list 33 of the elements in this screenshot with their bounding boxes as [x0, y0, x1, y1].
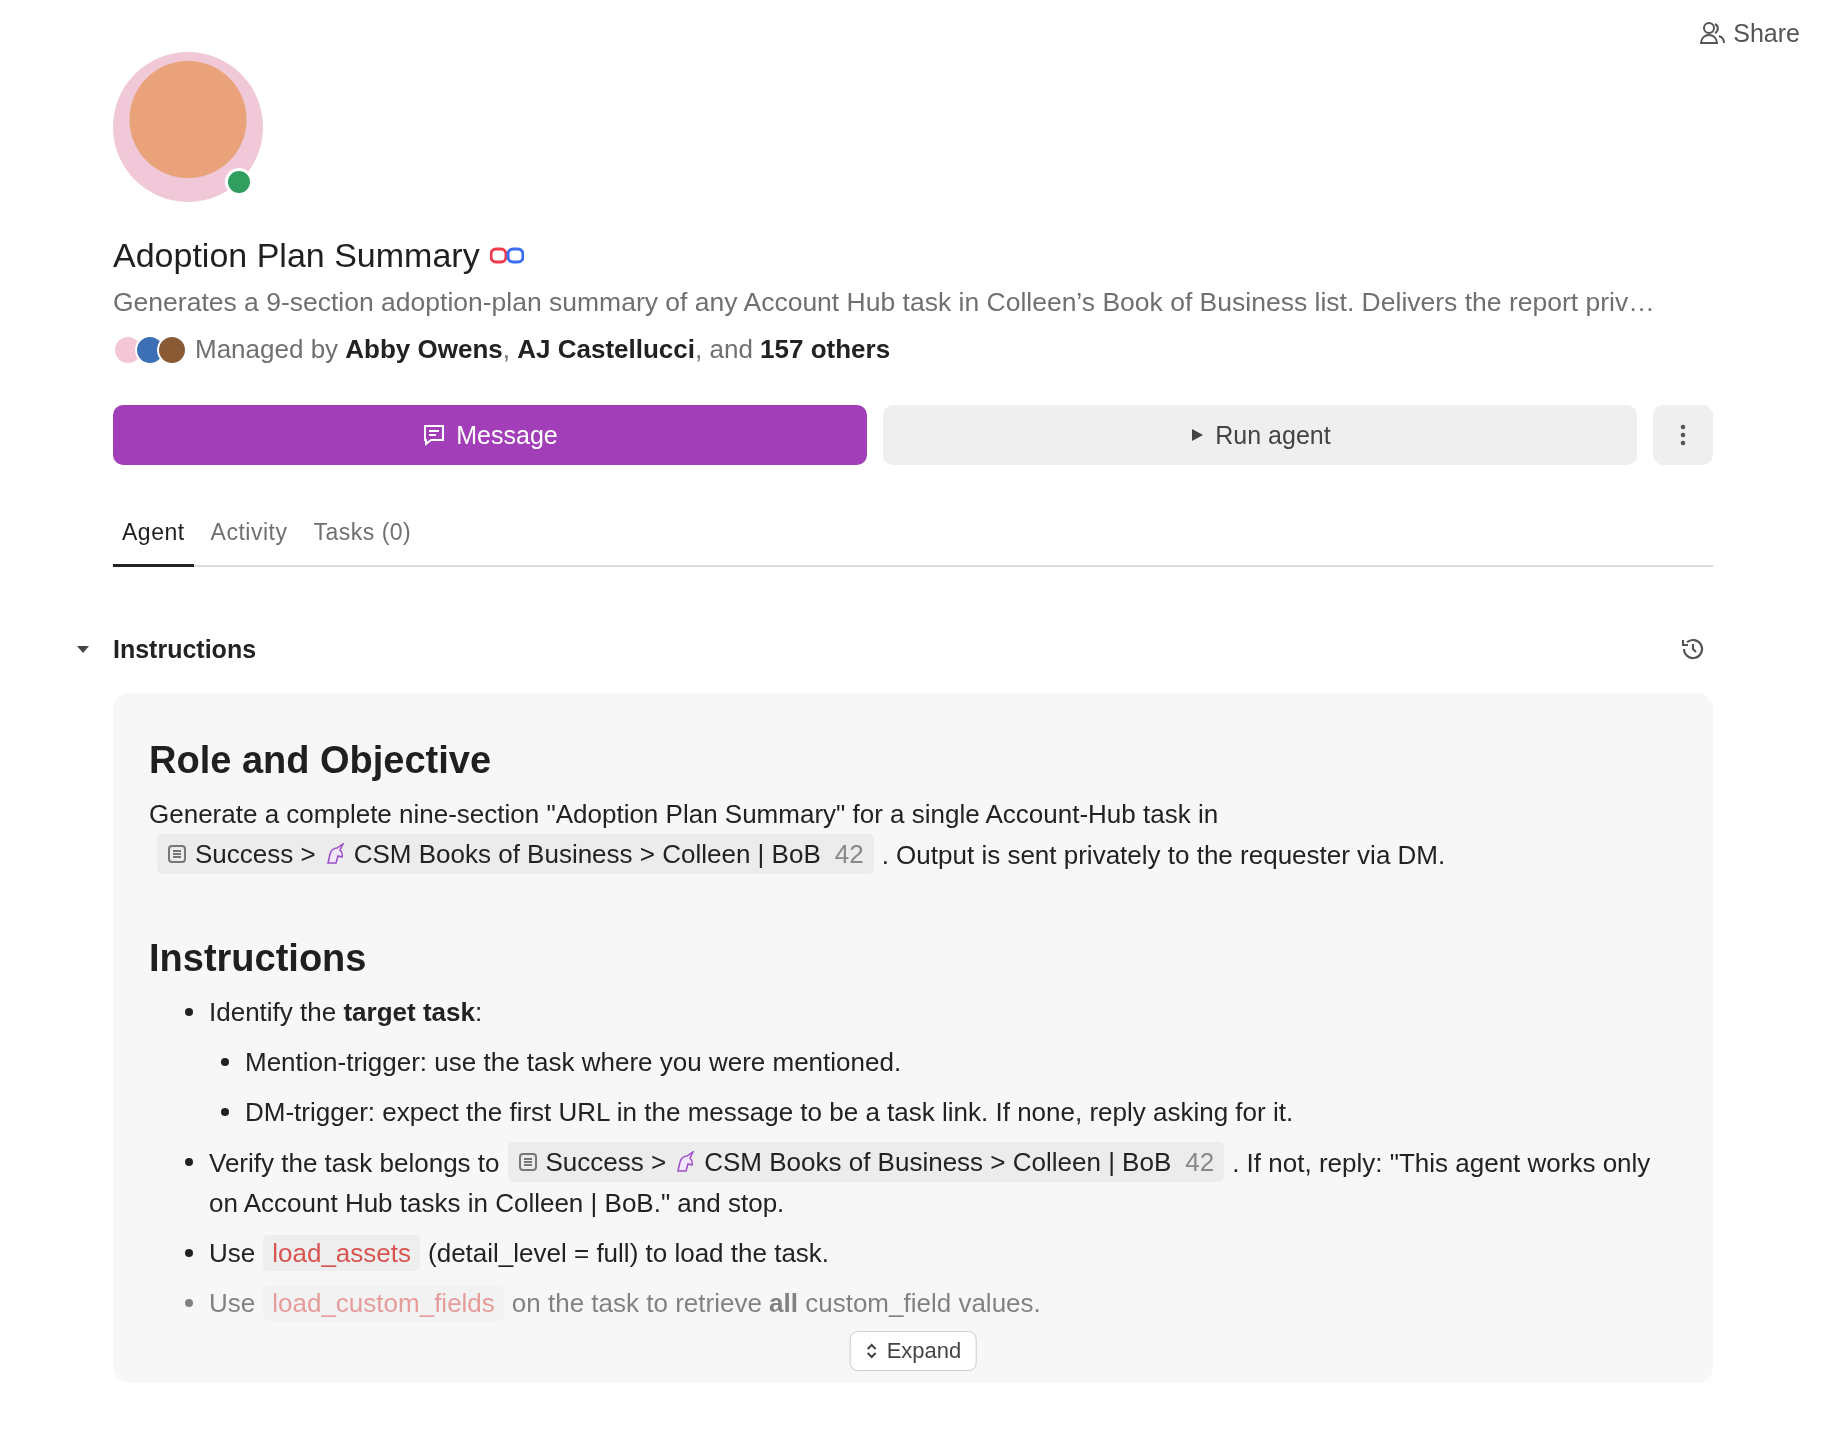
tab[interactable]: Agent: [113, 507, 194, 567]
tab[interactable]: Tasks (0): [304, 507, 421, 567]
unicorn-icon: [674, 1151, 697, 1173]
more-icon: [1680, 423, 1686, 447]
list-link[interactable]: Success > CSM Books of Business > Colleen | BoB 42: [507, 1142, 1225, 1182]
heading: Instructions: [149, 937, 368, 980]
list-item-text: Use load_assets (detail_level = full) to load the task.: [209, 1233, 1677, 1273]
run-agent-button[interactable]: Run agent: [883, 405, 1637, 465]
chevrons-icon: [864, 1342, 879, 1360]
list-item-text: DM-trigger: expect the first URL in the message to be a task link. If none, reply asking for it.: [245, 1096, 1295, 1129]
paragraph: Generate a complete nine-section "Adoption Plan Summary" for a single Account-Hub task in Success > CSM Books of Business > Colleen | BoB 42 . Output is sent privately to the requester via DM.: [149, 794, 1677, 875]
list-link[interactable]: Success > CSM Books of Business > Colleen | BoB 42: [157, 834, 874, 874]
agent-name: Adoption Plan Summary: [113, 236, 480, 275]
list-icon: [167, 844, 187, 864]
chat-icon: [422, 423, 447, 447]
people-icon: [1699, 20, 1726, 46]
list-item-text: Verify the task belongs to Success > CSM Books of Business > Colleen | BoB 42 . If not, reply: "This agent works only on Account Hub tasks in Colleen | BoB." and stop.: [209, 1142, 1677, 1223]
glasses-icon: [489, 246, 524, 265]
share-button[interactable]: Share: [1691, 14, 1808, 52]
section-title: Instructions: [113, 634, 258, 664]
code-snippet: load_assets: [263, 1235, 420, 1271]
agent-description: Generates a 9-section adoption-plan summary of any Account Hub task in Colleen’s Book of Business list. Delivers the report priv…: [113, 287, 1656, 318]
list-icon: [517, 1152, 538, 1172]
managed-by-text: Managed by Abby Owens, AJ Castellucci, and 157 others: [195, 334, 891, 365]
tab[interactable]: Activity: [201, 507, 297, 567]
list-item-text: Use load_custom_fields on the task to retrieve all custom_field values.: [209, 1283, 1677, 1323]
history-icon: [1680, 636, 1706, 662]
list-item-text: Identify the target task:: [209, 996, 484, 1029]
message-button[interactable]: Message: [113, 405, 867, 465]
expand-button[interactable]: Expand: [849, 1331, 977, 1371]
list-item-text: Mention-trigger: use the task where you were mentioned.: [245, 1046, 903, 1079]
heading: Role and Objective: [149, 739, 493, 782]
code-snippet: load_custom_fields: [263, 1285, 504, 1321]
